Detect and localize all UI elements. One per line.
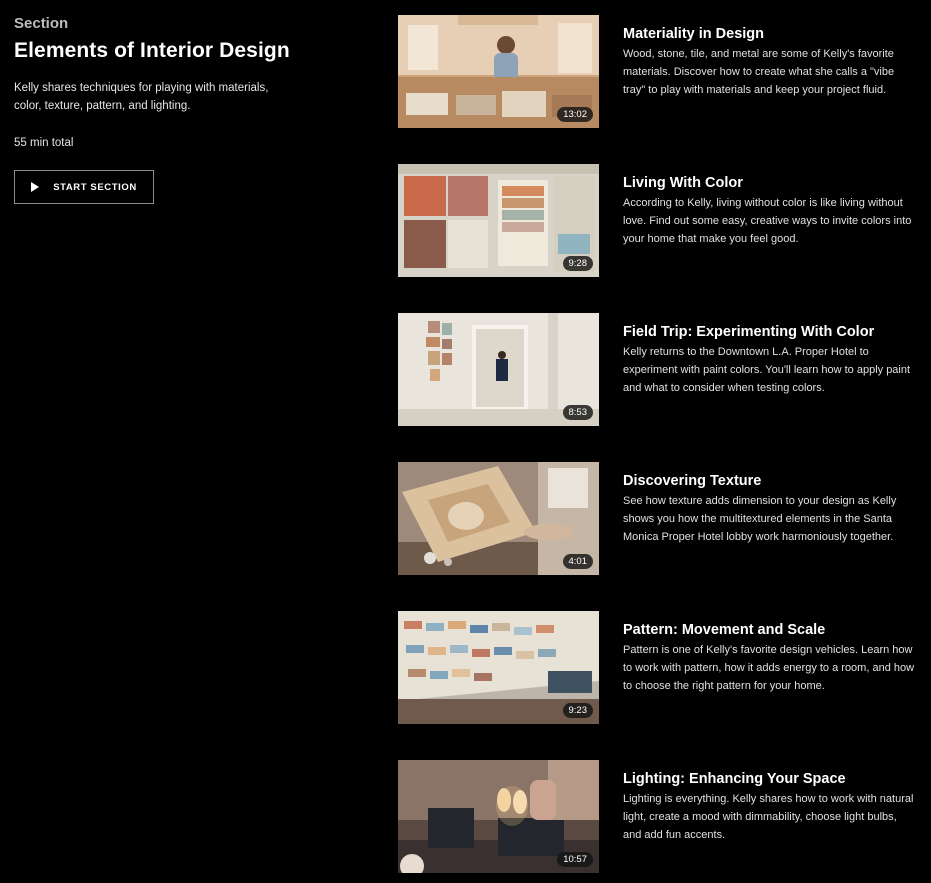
- lesson-text: Lighting: Enhancing Your Space Lighting …: [623, 769, 915, 844]
- lesson-duration: 4:01: [562, 554, 593, 569]
- lesson-title[interactable]: Field Trip: Experimenting With Color: [623, 322, 915, 342]
- lesson-thumbnail[interactable]: 4:01: [398, 462, 599, 575]
- lesson-duration: 8:53: [562, 405, 593, 420]
- lesson-text: Materiality in Design Wood, stone, tile,…: [623, 24, 915, 99]
- lesson-title[interactable]: Living With Color: [623, 173, 915, 193]
- lesson-item[interactable]: 13:02 Materiality in Design Wood, stone,…: [398, 14, 918, 128]
- lesson-text: Discovering Texture See how texture adds…: [623, 471, 915, 546]
- lesson-duration: 10:57: [557, 852, 593, 867]
- lesson-text: Field Trip: Experimenting With Color Kel…: [623, 322, 915, 397]
- lesson-item[interactable]: 9:23 Pattern: Movement and Scale Pattern…: [398, 610, 918, 724]
- lesson-text: Pattern: Movement and Scale Pattern is o…: [623, 620, 915, 695]
- lesson-title[interactable]: Discovering Texture: [623, 471, 915, 491]
- lesson-description: Lighting is everything. Kelly shares how…: [623, 793, 914, 841]
- lesson-item[interactable]: 10:57 Lighting: Enhancing Your Space Lig…: [398, 759, 918, 873]
- lesson-item[interactable]: 8:53 Field Trip: Experimenting With Colo…: [398, 312, 918, 426]
- lesson-thumbnail[interactable]: 8:53: [398, 313, 599, 426]
- lesson-description: Wood, stone, tile, and metal are some of…: [623, 48, 895, 96]
- lesson-item[interactable]: 9:28 Living With Color According to Kell…: [398, 163, 918, 277]
- lesson-description: Kelly returns to the Downtown L.A. Prope…: [623, 346, 911, 394]
- start-section-button[interactable]: START SECTION: [14, 170, 154, 204]
- lesson-description: According to Kelly, living without color…: [623, 197, 912, 245]
- lesson-thumbnail[interactable]: 9:23: [398, 611, 599, 724]
- section-panel: Section Elements of Interior Design Kell…: [14, 14, 314, 204]
- section-title: Elements of Interior Design: [14, 39, 290, 62]
- lesson-title[interactable]: Lighting: Enhancing Your Space: [623, 769, 915, 789]
- start-section-label: START SECTION: [53, 181, 137, 193]
- section-total-duration: 55 min total: [14, 137, 74, 149]
- lesson-thumbnail[interactable]: 10:57: [398, 760, 599, 873]
- lesson-title[interactable]: Materiality in Design: [623, 24, 915, 44]
- lesson-thumbnail[interactable]: 9:28: [398, 164, 599, 277]
- lesson-duration: 9:23: [562, 703, 593, 718]
- lesson-title[interactable]: Pattern: Movement and Scale: [623, 620, 915, 640]
- lesson-thumbnail[interactable]: 13:02: [398, 15, 599, 128]
- lesson-duration: 13:02: [557, 107, 593, 122]
- lesson-description: See how texture adds dimension to your d…: [623, 495, 897, 543]
- section-description: Kelly shares techniques for playing with…: [14, 82, 269, 112]
- lesson-text: Living With Color According to Kelly, li…: [623, 173, 915, 248]
- lesson-description: Pattern is one of Kelly's favorite desig…: [623, 644, 915, 692]
- lesson-item[interactable]: 4:01 Discovering Texture See how texture…: [398, 461, 918, 575]
- play-icon: [31, 182, 40, 192]
- section-label: Section: [14, 15, 69, 32]
- lesson-duration: 9:28: [562, 256, 593, 271]
